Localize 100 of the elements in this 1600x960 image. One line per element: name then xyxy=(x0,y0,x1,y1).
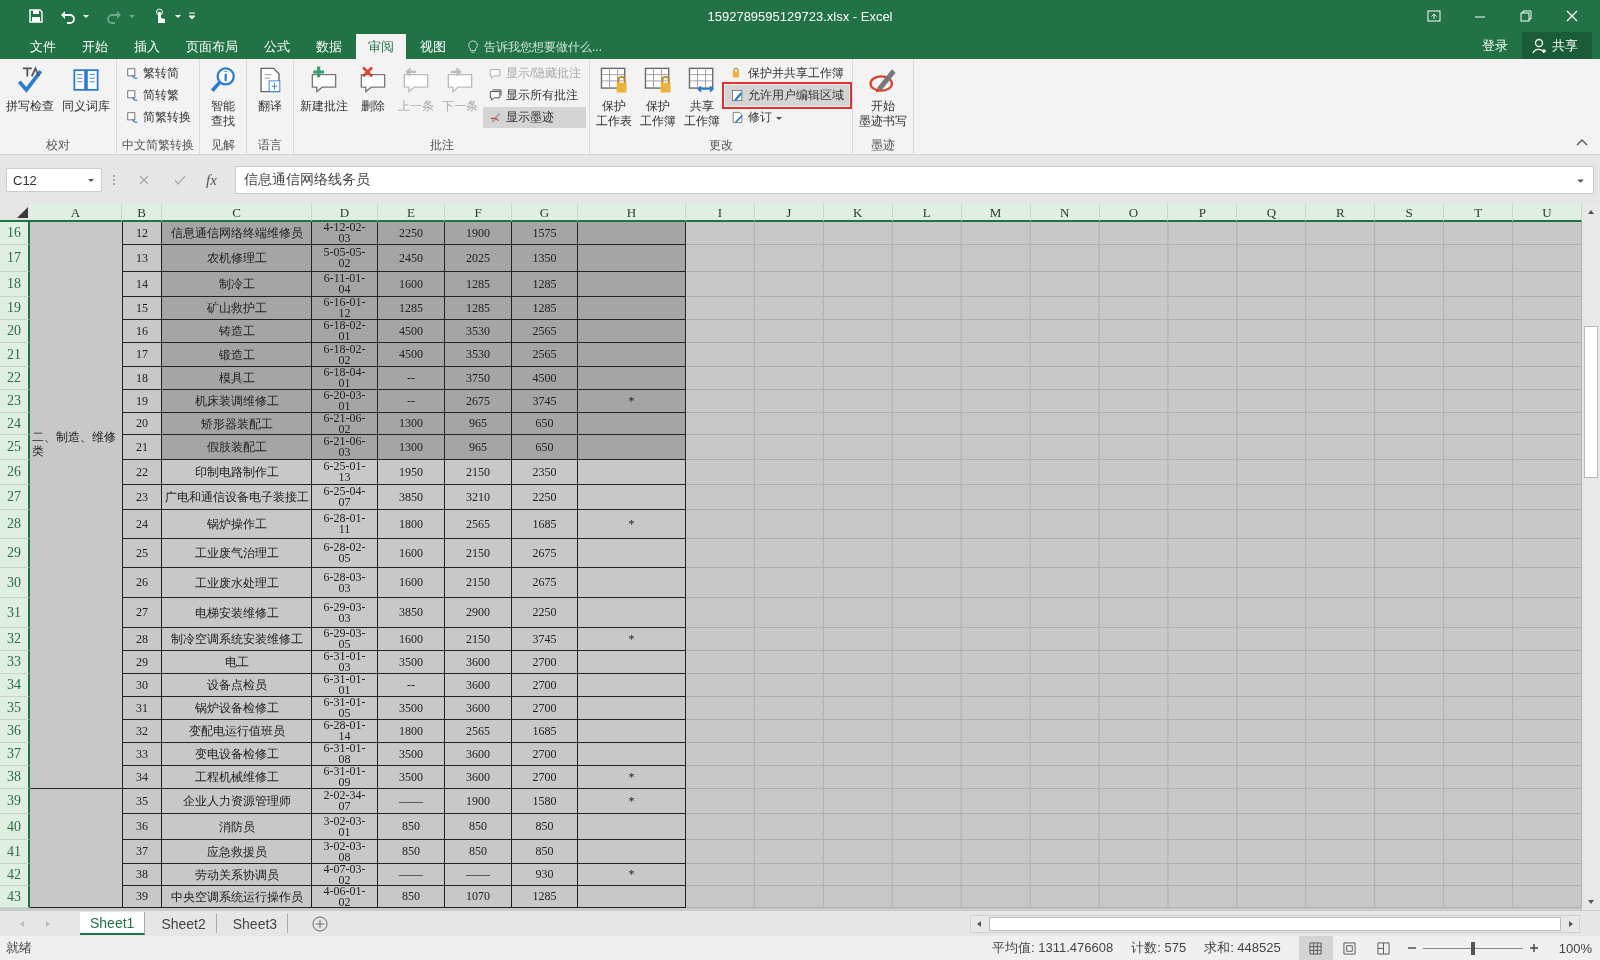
row-header[interactable]: 20 xyxy=(0,320,30,343)
ribbon-button[interactable]: 保护工作表 xyxy=(593,61,636,131)
customize-icon[interactable] xyxy=(188,12,196,20)
ribbon-button[interactable]: 显示所有批注 xyxy=(483,85,587,106)
ribbon-tab[interactable]: 页面布局 xyxy=(174,34,250,59)
ribbon-tab[interactable]: 公式 xyxy=(252,34,302,59)
ribbon-button[interactable]: 同义词库 xyxy=(59,61,113,116)
ribbon-tab[interactable]: 插入 xyxy=(122,34,172,59)
column-header[interactable]: K xyxy=(823,204,893,222)
ribbon-tab[interactable]: 开始 xyxy=(70,34,120,59)
column-header[interactable]: F xyxy=(445,204,512,222)
row-header[interactable]: 29 xyxy=(0,539,30,568)
column-header[interactable]: E xyxy=(378,204,445,222)
row-header[interactable]: 37 xyxy=(0,743,30,766)
column-header[interactable]: I xyxy=(686,204,755,222)
row-header[interactable]: 38 xyxy=(0,766,30,789)
column-header[interactable]: S xyxy=(1375,204,1445,222)
row-header[interactable]: 22 xyxy=(0,367,30,390)
ribbon-button[interactable]: 拼写检查 xyxy=(3,61,57,116)
scrollbar-thumb[interactable] xyxy=(1584,326,1598,478)
row-header[interactable]: 39 xyxy=(0,789,30,814)
ribbon-button[interactable]: 修订 xyxy=(725,107,850,128)
column-header[interactable]: O xyxy=(1099,204,1169,222)
close-icon[interactable] xyxy=(1564,8,1580,24)
ribbon-button[interactable]: 共享工作簿 xyxy=(681,61,724,131)
collapse-icon[interactable] xyxy=(1576,138,1588,146)
horizontal-scrollbar[interactable] xyxy=(970,914,1580,933)
ribbon-tab[interactable]: 数据 xyxy=(304,34,354,59)
row-header[interactable]: 36 xyxy=(0,720,30,743)
column-header[interactable]: H xyxy=(578,204,686,222)
tell-me-field[interactable]: 告诉我您想要做什么... xyxy=(482,38,626,55)
column-header[interactable]: Q xyxy=(1237,204,1307,222)
zoom-slider-thumb[interactable] xyxy=(1470,941,1475,955)
column-header[interactable]: L xyxy=(892,204,962,222)
row-header[interactable]: 33 xyxy=(0,651,30,674)
restore-icon[interactable] xyxy=(1518,8,1534,24)
row-header[interactable]: 27 xyxy=(0,485,30,510)
ribbon-button[interactable]: 繁转简 xyxy=(120,63,196,84)
caret-icon[interactable] xyxy=(82,12,90,20)
ribbon-button[interactable]: 显示墨迹 xyxy=(483,107,587,128)
row-header[interactable]: 21 xyxy=(0,343,30,367)
zoom-in-icon[interactable] xyxy=(1528,943,1539,953)
column-header[interactable]: J xyxy=(754,204,824,222)
row-header[interactable]: 40 xyxy=(0,814,30,840)
ribbon-button[interactable]: 允许用户编辑区域 xyxy=(725,85,850,106)
row-header[interactable]: 17 xyxy=(0,245,30,272)
row-header[interactable]: 30 xyxy=(0,568,30,598)
ribbon-button[interactable]: 新建批注 xyxy=(297,61,351,116)
row-header[interactable]: 34 xyxy=(0,674,30,697)
row-header[interactable]: 41 xyxy=(0,840,30,864)
vertical-scrollbar[interactable] xyxy=(1582,204,1600,910)
row-header[interactable]: 42 xyxy=(0,864,30,886)
insert-function-button[interactable]: fx xyxy=(198,171,225,189)
sign-in-link[interactable]: 登录 xyxy=(1482,36,1508,55)
ribbon-button[interactable]: 智能查找 xyxy=(203,61,243,131)
row-header[interactable]: 31 xyxy=(0,598,30,628)
ribbon-button[interactable]: 简繁转换 xyxy=(120,107,196,128)
column-header[interactable]: R xyxy=(1306,204,1376,222)
column-header[interactable]: A xyxy=(30,204,122,222)
arrow-left-icon[interactable] xyxy=(975,919,983,928)
row-header[interactable]: 35 xyxy=(0,697,30,720)
column-header[interactable]: P xyxy=(1168,204,1238,222)
sheet-tab[interactable]: Sheet1 xyxy=(80,912,146,935)
row-header[interactable]: 23 xyxy=(0,390,30,413)
column-header[interactable]: G xyxy=(512,204,578,222)
column-header[interactable]: N xyxy=(1030,204,1100,222)
column-header[interactable]: U xyxy=(1513,204,1582,222)
ribbon-button[interactable]: 翻译 xyxy=(250,61,290,116)
formula-field[interactable]: 信息通信网络线务员 xyxy=(234,166,1594,194)
sheet-tab[interactable]: Sheet2 xyxy=(151,914,217,933)
ribbon-button[interactable]: 简转繁 xyxy=(120,85,196,106)
ribbon-button[interactable]: 开始墨迹书写 xyxy=(856,61,911,131)
ribbon-tab[interactable]: 文件 xyxy=(18,34,68,59)
arrow-up-icon[interactable] xyxy=(1587,208,1595,216)
view-mode-button[interactable] xyxy=(1298,936,1333,960)
column-header[interactable]: B xyxy=(122,204,162,222)
ribbon-button[interactable]: 保护工作簿 xyxy=(637,61,680,131)
row-header[interactable]: 32 xyxy=(0,628,30,651)
scrollbar-thumb[interactable] xyxy=(989,916,1561,931)
ribbon-button[interactable]: 保护并共享工作簿 xyxy=(725,63,850,84)
row-header[interactable]: 25 xyxy=(0,435,30,460)
row-header[interactable]: 18 xyxy=(0,272,30,297)
column-header[interactable]: T xyxy=(1444,204,1514,222)
add-sheet-icon[interactable] xyxy=(312,915,329,932)
name-box[interactable]: C12 xyxy=(6,168,102,192)
row-header[interactable]: 19 xyxy=(0,297,30,320)
ribbon-tab[interactable]: 视图 xyxy=(408,34,458,59)
row-header[interactable]: 26 xyxy=(0,460,30,485)
arrow-right-icon[interactable] xyxy=(1567,919,1575,928)
ribbon-tab[interactable]: 审阅 xyxy=(356,34,406,59)
arrow-down-icon[interactable] xyxy=(1587,898,1595,906)
redo-icon[interactable] xyxy=(106,8,122,24)
column-header[interactable]: M xyxy=(961,204,1031,222)
sheet-tab[interactable]: Sheet3 xyxy=(222,914,289,933)
zoom-level[interactable]: 100% xyxy=(1544,940,1600,956)
caret-icon[interactable] xyxy=(174,12,182,20)
ribbon-button[interactable]: 删除 xyxy=(353,61,393,116)
save-icon[interactable] xyxy=(28,8,44,24)
row-header[interactable]: 24 xyxy=(0,413,30,435)
column-header[interactable]: D xyxy=(312,204,378,222)
